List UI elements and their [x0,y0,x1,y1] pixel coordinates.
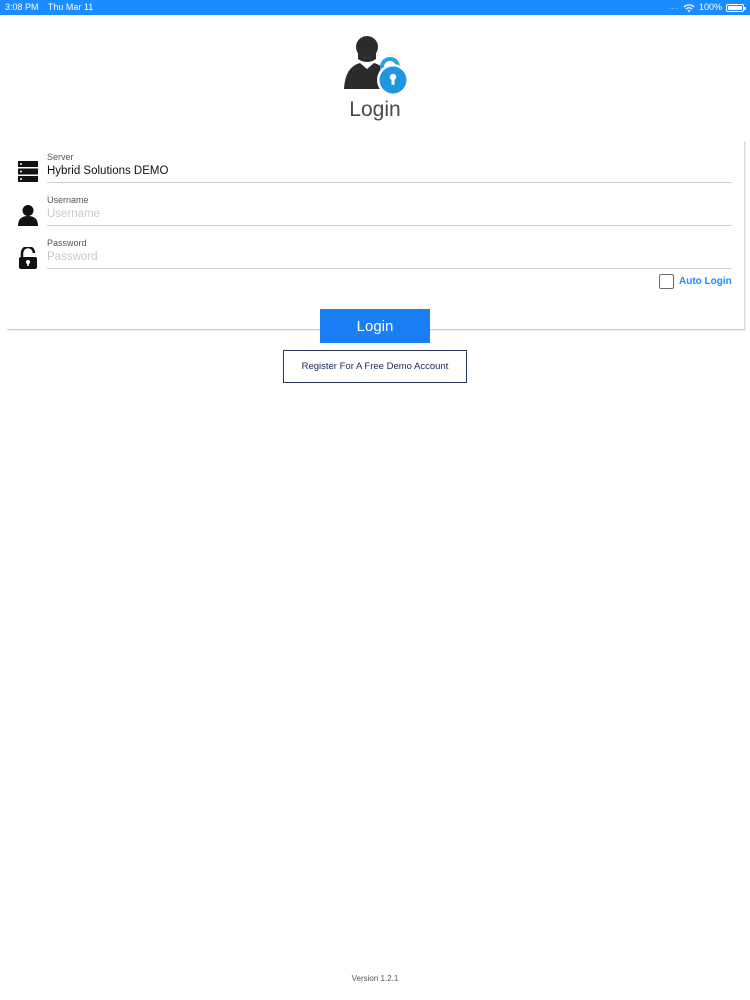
auto-login-checkbox[interactable] [659,274,674,289]
login-form: Server Hybrid Solutions DEMO Username Pa… [7,141,745,330]
username-label: Username [47,195,89,205]
signal-indicator: .... [669,4,679,11]
server-field[interactable]: Server Hybrid Solutions DEMO [17,141,732,185]
password-label: Password [47,238,87,248]
status-date: Thu Mar 11 [47,2,94,12]
battery-percent: 100% [698,2,722,12]
user-lock-icon [344,36,409,95]
server-label: Server [47,152,74,162]
server-icon [18,161,38,182]
server-value[interactable]: Hybrid Solutions DEMO [47,165,647,177]
server-underline [47,182,732,183]
page-title: Login [349,98,401,121]
password-field[interactable]: Password [17,227,732,271]
user-icon [18,205,38,226]
login-button[interactable]: Login [320,309,430,343]
username-input[interactable] [47,206,687,222]
password-input[interactable] [47,249,687,265]
password-underline [47,268,732,269]
username-underline [47,225,732,226]
register-demo-button[interactable]: Register For A Free Demo Account [283,350,467,383]
battery-icon [726,3,746,12]
unlock-icon [19,247,37,269]
auto-login-label[interactable]: Auto Login [679,276,732,287]
status-time: 3:08 PM [5,2,39,12]
auto-login-toggle[interactable]: Auto Login [659,274,732,289]
username-field[interactable]: Username [17,184,732,228]
wifi-icon [683,3,695,12]
version-label: Version 1.2.1 [351,974,399,983]
status-bar: 3:08 PM Thu Mar 11 .... 100% [0,0,750,15]
